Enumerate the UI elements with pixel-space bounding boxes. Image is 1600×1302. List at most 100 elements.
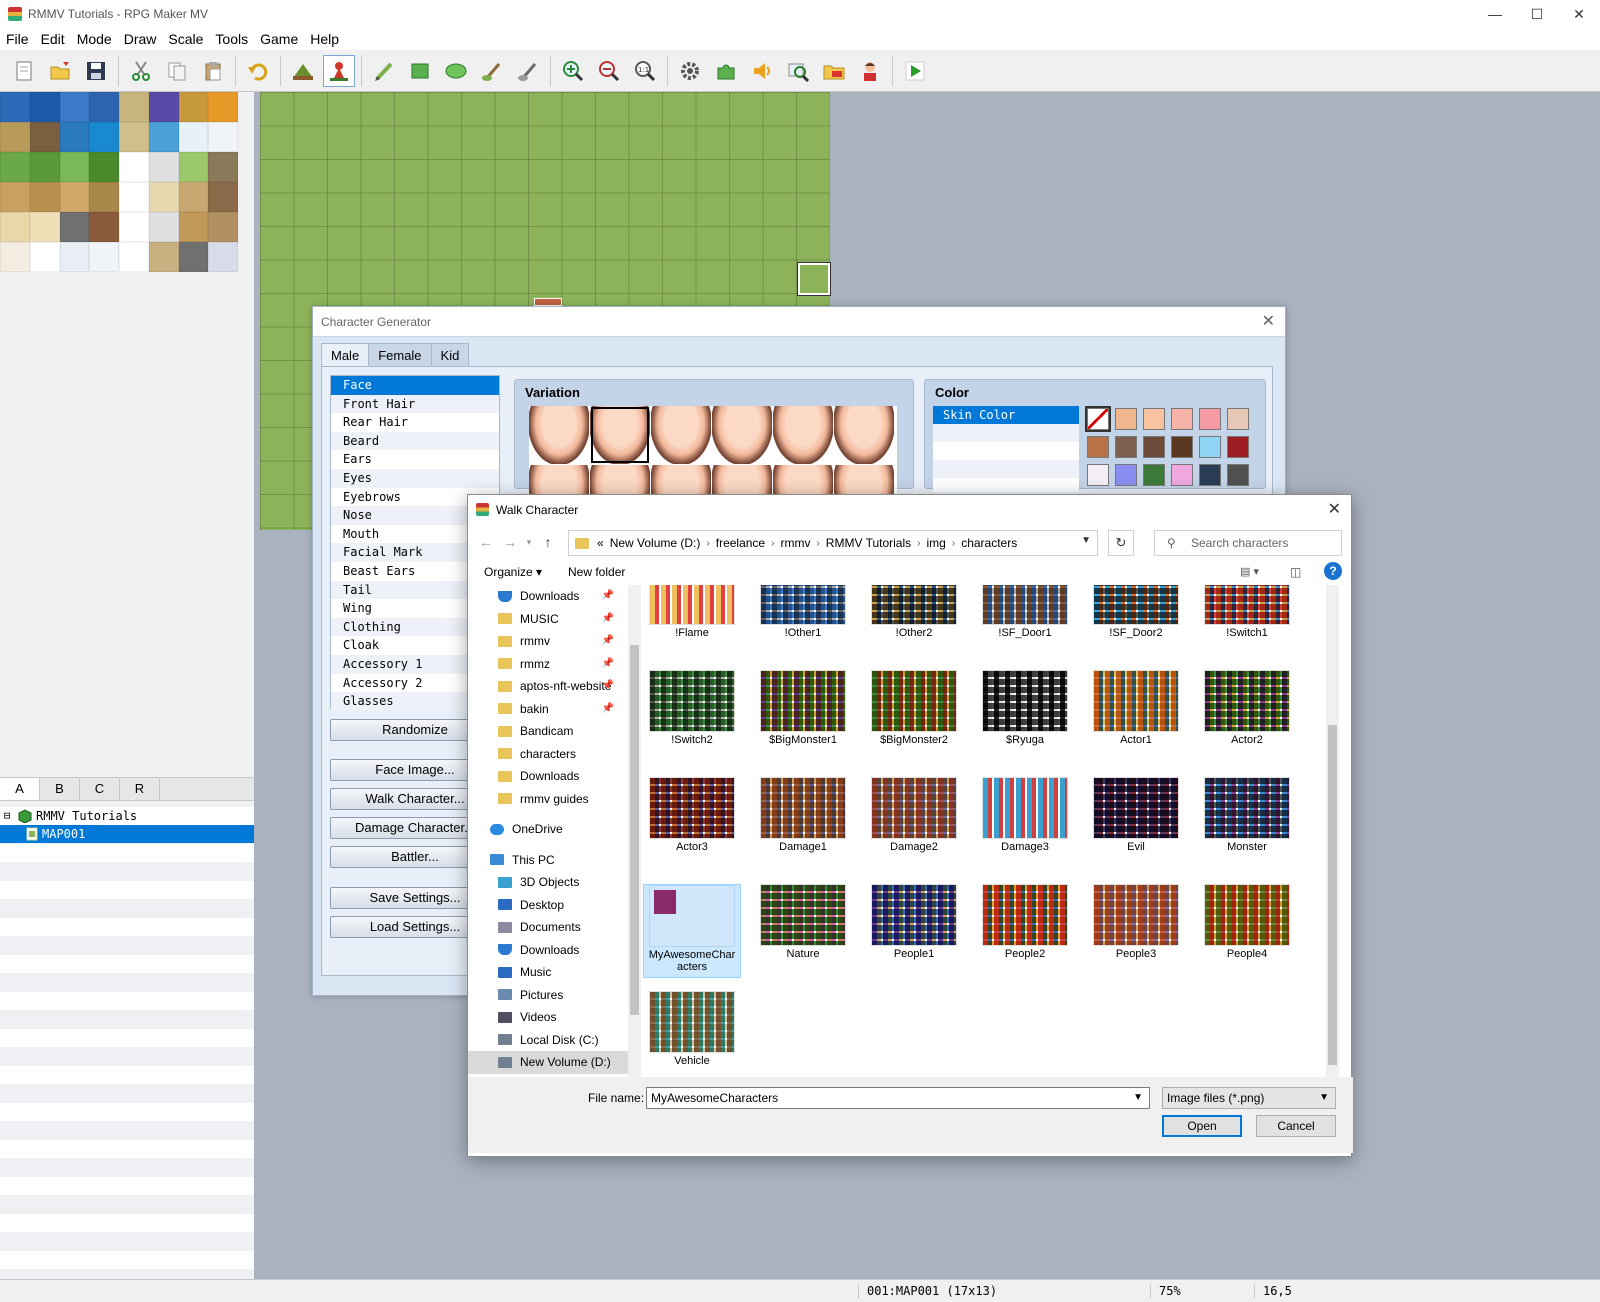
file-item[interactable]: Evil: [1087, 777, 1185, 857]
file-item[interactable]: Actor1: [1087, 670, 1185, 750]
tile[interactable]: [89, 122, 119, 152]
file-type-select[interactable]: Image files (*.png) ▼: [1162, 1087, 1336, 1109]
ellipse-icon[interactable]: [440, 55, 472, 87]
color-swatch[interactable]: [1087, 464, 1109, 486]
file-name-input[interactable]: MyAwesomeCharacters ▼: [646, 1087, 1150, 1109]
tile[interactable]: [89, 242, 119, 272]
file-item[interactable]: People4: [1198, 884, 1296, 964]
tile[interactable]: [119, 122, 149, 152]
path-segment[interactable]: rmmv: [780, 536, 810, 550]
path-segment[interactable]: RMMV Tutorials: [826, 536, 911, 550]
color-swatch[interactable]: [1227, 464, 1249, 486]
tile[interactable]: [89, 182, 119, 212]
tile[interactable]: [0, 242, 30, 272]
maximize-button[interactable]: ☐: [1516, 0, 1558, 28]
dialog-close-button[interactable]: ✕: [1328, 495, 1341, 525]
zoom-in-icon[interactable]: [557, 55, 589, 87]
nav-item[interactable]: Pictures: [468, 984, 628, 1007]
color-swatch[interactable]: [1199, 408, 1221, 430]
tile[interactable]: [59, 182, 90, 212]
tile[interactable]: [59, 122, 90, 152]
file-item[interactable]: Nature: [754, 884, 852, 964]
menu-draw[interactable]: Draw: [118, 31, 163, 47]
nav-item[interactable]: rmmz 📌: [468, 653, 628, 676]
tile[interactable]: [178, 212, 209, 242]
color-swatch[interactable]: [1085, 406, 1111, 432]
menu-edit[interactable]: Edit: [35, 31, 71, 47]
forward-arrow-icon[interactable]: →: [498, 534, 522, 550]
cancel-button[interactable]: Cancel: [1256, 1115, 1336, 1137]
color-swatch[interactable]: [1199, 464, 1221, 486]
tile[interactable]: [148, 152, 179, 182]
tile[interactable]: [119, 152, 149, 182]
nav-item[interactable]: Music: [468, 961, 628, 984]
tile[interactable]: [178, 242, 209, 272]
shadow-pen-icon[interactable]: [512, 55, 544, 87]
nav-item[interactable]: characters: [468, 743, 628, 766]
file-item[interactable]: !Other2: [865, 585, 963, 643]
help-icon[interactable]: ?: [1324, 562, 1342, 580]
menu-help[interactable]: Help: [304, 31, 345, 47]
nav-item[interactable]: Downloads: [468, 939, 628, 962]
file-item[interactable]: Damage2: [865, 777, 963, 857]
nav-item[interactable]: Downloads 📌: [468, 585, 628, 608]
nav-item[interactable]: MUSIC 📌: [468, 608, 628, 631]
tree-map-row[interactable]: MAP001: [0, 825, 254, 843]
variation-thumbnail[interactable]: [773, 406, 833, 464]
file-item[interactable]: People3: [1087, 884, 1185, 964]
zoom-out-icon[interactable]: [593, 55, 625, 87]
minimize-button[interactable]: —: [1474, 0, 1516, 28]
tile[interactable]: [59, 242, 90, 272]
tile[interactable]: [208, 92, 238, 122]
nav-item[interactable]: OneDrive: [468, 818, 628, 841]
nav-item[interactable]: Local Disk (C:): [468, 1029, 628, 1052]
file-item[interactable]: People1: [865, 884, 963, 964]
event-mode-icon[interactable]: [323, 54, 355, 87]
color-swatch[interactable]: [1227, 408, 1249, 430]
part-item[interactable]: Beard: [331, 431, 499, 451]
color-swatch[interactable]: [1199, 436, 1221, 458]
path-segment[interactable]: img: [927, 536, 946, 550]
variation-thumbnail[interactable]: [529, 406, 589, 464]
part-item[interactable]: Face: [331, 376, 499, 395]
path-segment[interactable]: freelance: [716, 536, 765, 550]
tile[interactable]: [119, 242, 149, 272]
tile[interactable]: [208, 182, 238, 212]
tile[interactable]: [89, 92, 119, 122]
actual-size-icon[interactable]: 1:1: [629, 55, 661, 87]
view-options-icon[interactable]: ▤ ▾: [1240, 565, 1259, 578]
sound-test-icon[interactable]: [746, 55, 778, 87]
tile[interactable]: [119, 182, 149, 212]
path-segment[interactable]: characters: [961, 536, 1017, 550]
tab-kid[interactable]: Kid: [430, 343, 470, 367]
color-swatch[interactable]: [1227, 436, 1249, 458]
copy-icon[interactable]: [161, 55, 193, 87]
event-searcher-icon[interactable]: [782, 55, 814, 87]
save-project-icon[interactable]: [80, 55, 112, 87]
tile[interactable]: [0, 212, 30, 242]
close-button[interactable]: ✕: [1558, 0, 1600, 28]
up-arrow-icon[interactable]: ↑: [536, 534, 560, 550]
tile[interactable]: [148, 212, 179, 242]
color-swatch[interactable]: [1171, 464, 1193, 486]
search-input[interactable]: ⚲ Search characters: [1154, 530, 1342, 556]
nav-item[interactable]: Desktop: [468, 894, 628, 917]
navigation-scroll-thumb[interactable]: [630, 645, 639, 1015]
tile[interactable]: [208, 242, 238, 272]
nav-item[interactable]: Documents: [468, 916, 628, 939]
tab-female[interactable]: Female: [368, 343, 432, 367]
tab-r[interactable]: R: [120, 778, 160, 800]
tile[interactable]: [29, 212, 60, 242]
file-item[interactable]: !SF_Door2: [1087, 585, 1185, 643]
part-item[interactable]: Rear Hair: [331, 413, 499, 432]
file-item[interactable]: Actor2: [1198, 670, 1296, 750]
tile[interactable]: [89, 152, 119, 182]
tile[interactable]: [59, 152, 90, 182]
tile[interactable]: [0, 122, 30, 152]
tab-male[interactable]: Male: [321, 343, 370, 367]
nav-item[interactable]: Videos: [468, 1006, 628, 1029]
color-swatch[interactable]: [1143, 408, 1165, 430]
tile[interactable]: [178, 182, 209, 212]
color-swatch[interactable]: [1087, 436, 1109, 458]
event-sprite[interactable]: [534, 298, 562, 306]
